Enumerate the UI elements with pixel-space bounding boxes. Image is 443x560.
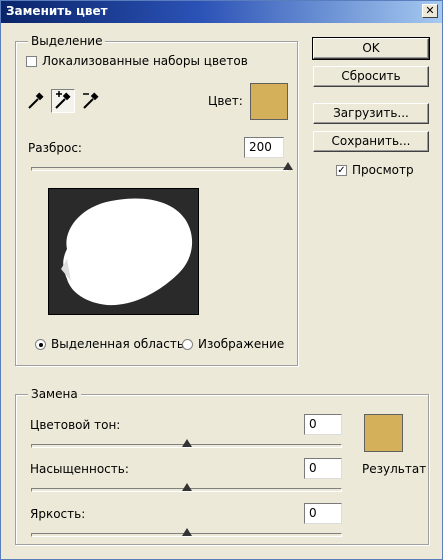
- saturation-input[interactable]: 0: [304, 458, 342, 479]
- title-bar[interactable]: Заменить цвет ✕: [1, 1, 442, 23]
- selection-legend: Выделение: [28, 34, 106, 48]
- selection-mode-label: Выделенная область: [51, 337, 184, 351]
- eyedropper-minus-tool[interactable]: [80, 90, 104, 114]
- eyedropper-icon: [28, 92, 44, 109]
- ok-button[interactable]: OK: [312, 37, 430, 60]
- checkmark-icon: ✓: [337, 165, 346, 176]
- eyedropper-minus-icon: [83, 92, 99, 109]
- saturation-label: Насыщенность:: [30, 462, 129, 476]
- preview-label: Просмотр: [352, 163, 414, 177]
- image-mode-label: Изображение: [198, 337, 285, 351]
- fuzziness-input[interactable]: 200: [244, 137, 284, 158]
- result-color-swatch[interactable]: [364, 414, 403, 452]
- hue-input[interactable]: 0: [304, 414, 342, 435]
- eyedropper-tool[interactable]: [25, 90, 49, 114]
- selection-color-swatch[interactable]: [250, 83, 288, 120]
- preview-checkbox[interactable]: ✓: [336, 165, 347, 176]
- replacement-legend: Замена: [28, 387, 81, 401]
- fuzziness-slider-thumb[interactable]: [283, 162, 293, 170]
- load-button[interactable]: Загрузить...: [313, 103, 429, 124]
- hue-slider-thumb[interactable]: [181, 439, 192, 447]
- localized-clusters-checkbox[interactable]: [26, 56, 37, 67]
- selection-preview: [48, 188, 199, 315]
- result-label: Результат: [362, 462, 427, 476]
- lightness-input[interactable]: 0: [304, 503, 342, 524]
- fuzziness-slider[interactable]: [31, 167, 288, 171]
- radio-dot: [39, 343, 43, 347]
- selection-mode-radio[interactable]: [35, 339, 46, 350]
- lightness-label: Яркость:: [30, 507, 86, 521]
- fuzziness-label: Разброс:: [28, 141, 82, 155]
- saturation-slider-thumb[interactable]: [181, 483, 192, 491]
- localized-clusters-label: Локализованные наборы цветов: [42, 54, 248, 68]
- window-title: Заменить цвет: [6, 4, 108, 18]
- hue-label: Цветовой тон:: [30, 418, 121, 432]
- fuzziness-label-text: Разброс:: [28, 141, 82, 155]
- replace-color-dialog: Заменить цвет ✕ Выделение Локализованные…: [0, 0, 443, 560]
- color-label: Цвет:: [208, 94, 243, 108]
- selection-mask-image: [61, 198, 193, 306]
- image-mode-radio[interactable]: [182, 339, 193, 350]
- reset-button[interactable]: Сбросить: [313, 66, 429, 87]
- lightness-slider-thumb[interactable]: [181, 528, 192, 536]
- eyedropper-plus-tool[interactable]: [51, 89, 75, 113]
- close-icon: ✕: [425, 4, 435, 17]
- close-button[interactable]: ✕: [422, 4, 438, 18]
- save-button[interactable]: Сохранить...: [313, 131, 429, 152]
- eyedropper-plus-icon: [55, 91, 71, 109]
